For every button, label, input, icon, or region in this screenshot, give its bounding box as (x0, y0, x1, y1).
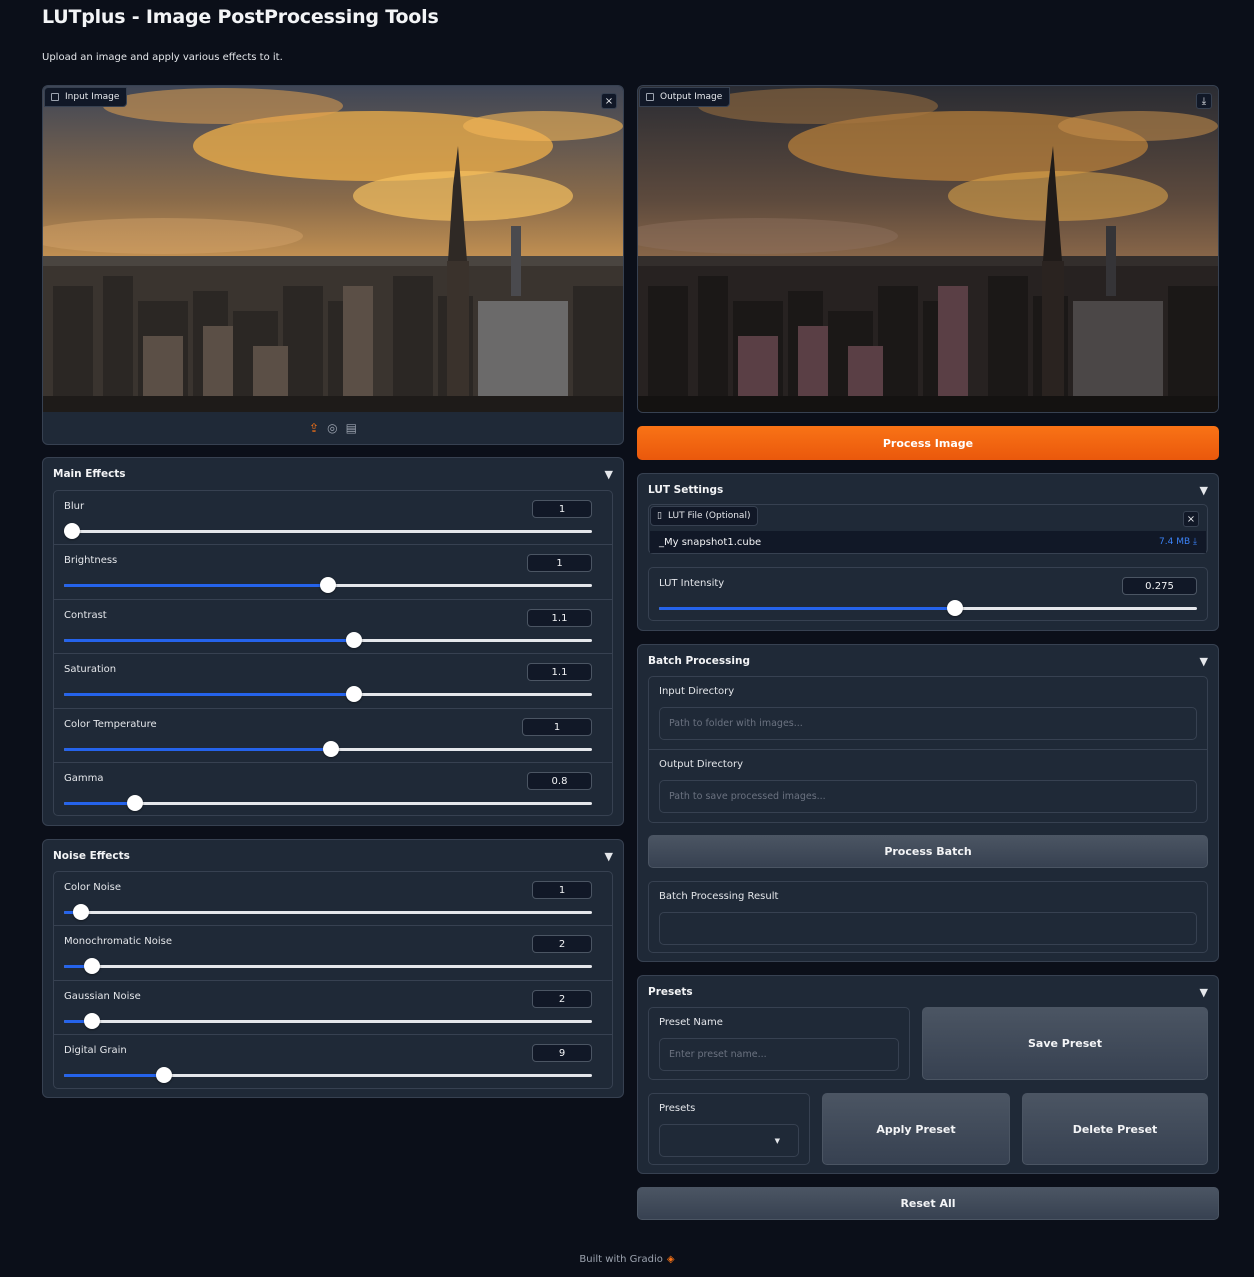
output-directory-field[interactable]: Path to save processed images... (659, 780, 1197, 813)
batch-directories-group: Input Directory Path to folder with imag… (648, 676, 1208, 823)
input-directory-field[interactable]: Path to folder with images... (659, 707, 1197, 740)
noise-effects-accordion: Noise Effects ▼ Color Noise 1 Monochroma… (42, 839, 624, 1098)
slider-thumb[interactable] (83, 1013, 100, 1029)
output-image-label: Output Image (639, 87, 731, 107)
batch-processing-header[interactable]: Batch Processing ▼ (648, 655, 1208, 668)
slider-thumb[interactable] (127, 795, 144, 811)
save-preset-button[interactable]: Save Preset (922, 1007, 1208, 1080)
clear-lut-file-button[interactable]: × (1183, 511, 1199, 527)
slider-brightness[interactable]: Brightness 1 (54, 545, 612, 600)
chevron-down-icon: ▼ (774, 1136, 780, 1145)
presets-header[interactable]: Presets ▼ (648, 986, 1208, 999)
lut-file-name: _My snapshot1.cube (659, 536, 762, 548)
lut-file-label: ▯ LUT File (Optional) (650, 506, 759, 526)
digital-grain-number-input[interactable]: 9 (532, 1044, 592, 1062)
input-directory-block: Input Directory Path to folder with imag… (649, 677, 1207, 750)
built-with-gradio-link[interactable]: Built with Gradio (579, 1254, 662, 1265)
slider-digital-grain[interactable]: Digital Grain 9 (54, 1035, 612, 1090)
color-noise-number-input[interactable]: 1 (532, 881, 592, 899)
main-effects-accordion: Main Effects ▼ Blur 1 Brightness 1 Contr… (42, 457, 624, 826)
slider-gamma[interactable]: Gamma 0.8 (54, 763, 612, 817)
collapse-caret-icon[interactable]: ▼ (605, 468, 613, 481)
slider-thumb[interactable] (320, 577, 336, 593)
slider-thumb[interactable] (346, 632, 363, 648)
input-image-label: Input Image (44, 87, 128, 107)
input-image-panel[interactable]: Input Image × ⇪ ◎ ▤ (42, 85, 624, 445)
upload-source-bar: ⇪ ◎ ▤ (43, 412, 623, 444)
lut-intensity-number-input[interactable]: 0.275 (1122, 577, 1197, 595)
batch-processing-accordion: Batch Processing ▼ Input Directory Path … (637, 644, 1219, 962)
preset-name-block: Preset Name Enter preset name... (648, 1007, 910, 1080)
output-image (638, 86, 1218, 412)
slider-gaussian-noise[interactable]: Gaussian Noise 2 (54, 981, 612, 1035)
slider-contrast[interactable]: Contrast 1.1 (54, 600, 612, 654)
contrast-number-input[interactable]: 1.1 (527, 609, 592, 627)
gradio-logo-icon: ◈ (666, 1254, 675, 1265)
collapse-caret-icon[interactable]: ▼ (1200, 986, 1208, 999)
reset-all-button[interactable]: Reset All (637, 1187, 1219, 1220)
download-icon: ⤓ (1201, 95, 1207, 107)
slider-thumb[interactable] (346, 686, 363, 702)
lut-file-upload[interactable]: ▯ LUT File (Optional) × _My snapshot1.cu… (648, 504, 1208, 554)
saturation-number-input[interactable]: 1.1 (527, 663, 592, 681)
noise-effects-header[interactable]: Noise Effects ▼ (53, 850, 613, 863)
gaussian-noise-number-input[interactable]: 2 (532, 990, 592, 1008)
slider-lut-intensity[interactable]: LUT Intensity 0.275 (648, 567, 1208, 621)
page-subtitle: Upload an image and apply various effect… (42, 52, 283, 63)
monochromatic-noise-number-input[interactable]: 2 (532, 935, 592, 953)
preset-name-field[interactable]: Enter preset name... (659, 1038, 899, 1071)
file-icon: ▯ (657, 511, 662, 521)
batch-result-block: Batch Processing Result (648, 881, 1208, 953)
slider-saturation[interactable]: Saturation 1.1 (54, 654, 612, 709)
slider-thumb[interactable] (73, 904, 90, 920)
brightness-number-input[interactable]: 1 (527, 554, 592, 572)
image-icon (51, 93, 59, 101)
output-image-panel: Output Image ⤓ (637, 85, 1219, 413)
slider-thumb[interactable] (322, 741, 339, 757)
main-effects-header[interactable]: Main Effects ▼ (53, 468, 613, 481)
lut-settings-header[interactable]: LUT Settings ▼ (648, 484, 1208, 497)
slider-thumb[interactable] (63, 523, 80, 539)
collapse-caret-icon[interactable]: ▼ (1200, 484, 1208, 497)
slider-thumb[interactable] (83, 958, 100, 974)
clear-image-button[interactable]: × (601, 93, 617, 109)
close-icon: × (1186, 513, 1196, 525)
main-effects-group: Blur 1 Brightness 1 Contrast 1.1 Saturat… (53, 490, 613, 816)
image-icon (646, 93, 654, 101)
collapse-caret-icon[interactable]: ▼ (1200, 655, 1208, 668)
noise-effects-group: Color Noise 1 Monochromatic Noise 2 Gaus… (53, 871, 613, 1089)
collapse-caret-icon[interactable]: ▼ (605, 850, 613, 863)
slider-monochromatic-noise[interactable]: Monochromatic Noise 2 (54, 926, 612, 981)
slider-color-temperature[interactable]: Color Temperature 1 (54, 709, 612, 763)
input-image (43, 86, 623, 412)
page-title: LUTplus - Image PostProcessing Tools (42, 6, 439, 28)
slider-color-noise[interactable]: Color Noise 1 (54, 872, 612, 926)
slider-blur[interactable]: Blur 1 (54, 491, 612, 545)
apply-preset-button[interactable]: Apply Preset (822, 1093, 1010, 1165)
delete-preset-button[interactable]: Delete Preset (1022, 1093, 1208, 1165)
lut-file-size-link[interactable]: 7.4 MB ⤓ (1159, 537, 1197, 547)
batch-result-field[interactable] (659, 912, 1197, 945)
upload-icon[interactable]: ⇪ (309, 421, 319, 435)
presets-accordion: Presets ▼ Preset Name Enter preset name.… (637, 975, 1219, 1174)
process-batch-button[interactable]: Process Batch (648, 835, 1208, 868)
slider-thumb[interactable] (946, 600, 963, 616)
presets-dropdown[interactable]: ▼ (659, 1124, 799, 1157)
blur-number-input[interactable]: 1 (532, 500, 592, 518)
color-temperature-number-input[interactable]: 1 (522, 718, 592, 736)
slider-thumb[interactable] (155, 1067, 172, 1083)
output-directory-block: Output Directory Path to save processed … (649, 750, 1207, 824)
footer: Built with Gradio ◈ (0, 1254, 1254, 1265)
webcam-icon[interactable]: ◎ (327, 421, 337, 435)
gamma-number-input[interactable]: 0.8 (527, 772, 592, 790)
lut-file-row: _My snapshot1.cube 7.4 MB ⤓ (650, 531, 1206, 553)
lut-settings-accordion: LUT Settings ▼ ▯ LUT File (Optional) × _… (637, 473, 1219, 631)
presets-dropdown-block: Presets ▼ (648, 1093, 810, 1165)
clipboard-icon[interactable]: ▤ (346, 421, 357, 435)
download-button[interactable]: ⤓ (1196, 93, 1212, 109)
process-image-button[interactable]: Process Image (637, 426, 1219, 460)
close-icon: × (604, 95, 614, 107)
